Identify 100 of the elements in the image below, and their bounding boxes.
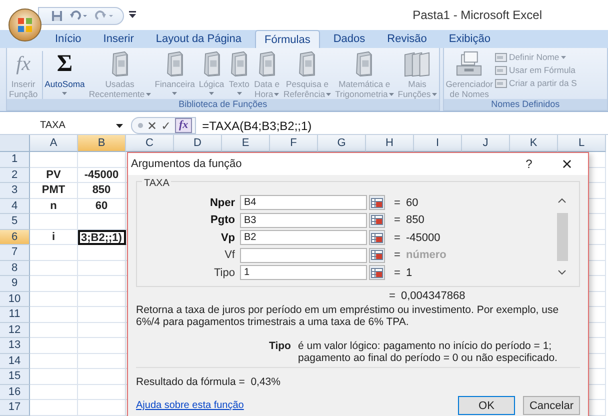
row-header[interactable]: 2: [0, 168, 30, 183]
row-header[interactable]: 4: [0, 198, 30, 214]
ribbon-tab[interactable]: Dados: [324, 30, 374, 48]
table-cell[interactable]: [30, 307, 78, 322]
ribbon-tab[interactable]: Inserir: [94, 30, 143, 48]
table-cell[interactable]: PV: [30, 168, 78, 183]
argument-field[interactable]: B3: [240, 212, 367, 228]
collapse-dialog-button[interactable]: [369, 248, 385, 263]
table-cell[interactable]: [78, 307, 126, 322]
scroll-up-icon[interactable]: [558, 198, 566, 203]
row-header[interactable]: 12: [0, 322, 30, 338]
ribbon-tab[interactable]: Revisão: [378, 30, 436, 48]
column-header[interactable]: G: [318, 135, 366, 152]
customize-toolbar-icon[interactable]: [129, 11, 136, 19]
argument-field[interactable]: 1: [240, 265, 367, 280]
column-header[interactable]: F: [270, 135, 318, 152]
help-link[interactable]: Ajuda sobre esta função: [136, 400, 244, 411]
column-header[interactable]: L: [558, 135, 606, 152]
collapse-dialog-button[interactable]: [369, 230, 385, 246]
table-cell[interactable]: [78, 322, 126, 338]
cancel-button[interactable]: ✕: [147, 118, 157, 132]
select-all-button[interactable]: [0, 135, 30, 152]
row-header[interactable]: 10: [0, 292, 30, 307]
table-cell[interactable]: [78, 400, 126, 416]
table-cell[interactable]: i: [30, 230, 78, 245]
column-header[interactable]: H: [366, 135, 414, 152]
table-cell[interactable]: [30, 292, 78, 307]
row-header[interactable]: 14: [0, 354, 30, 369]
argument-field[interactable]: B4: [240, 195, 367, 210]
table-cell[interactable]: [78, 245, 126, 260]
table-cell[interactable]: [30, 276, 78, 292]
caret-icon[interactable]: [116, 124, 123, 128]
row-header[interactable]: 1: [0, 152, 30, 168]
table-cell[interactable]: 60: [78, 198, 126, 214]
table-cell[interactable]: [30, 322, 78, 338]
column-header[interactable]: I: [414, 135, 462, 152]
argument-field[interactable]: [240, 248, 367, 263]
close-button[interactable]: ×: [558, 155, 576, 173]
ribbon-tab[interactable]: Fórmulas: [254, 30, 320, 48]
save-icon[interactable]: [51, 10, 63, 22]
column-header[interactable]: K: [510, 135, 558, 152]
collapse-dialog-button[interactable]: [369, 265, 385, 280]
table-cell[interactable]: -45000: [78, 168, 126, 183]
table-cell[interactable]: [78, 292, 126, 307]
row-header[interactable]: 6: [0, 230, 30, 245]
table-cell[interactable]: 850: [78, 183, 126, 198]
formula-field[interactable]: =TAXA(B4;B3;B2;;1): [202, 118, 312, 132]
table-cell[interactable]: [78, 214, 126, 230]
row-header[interactable]: 5: [0, 214, 30, 230]
row-header[interactable]: 17: [0, 400, 30, 416]
table-cell[interactable]: [78, 369, 126, 384]
ribbon-tab[interactable]: Exibição: [440, 30, 500, 48]
ribbon-tab[interactable]: Layout da Página: [146, 30, 250, 48]
column-header[interactable]: A: [30, 135, 78, 152]
row-header[interactable]: 3: [0, 183, 30, 198]
table-cell[interactable]: [78, 354, 126, 369]
enter-button[interactable]: ✓: [161, 118, 171, 132]
column-header[interactable]: C: [126, 135, 174, 152]
table-cell[interactable]: [78, 276, 126, 292]
table-cell[interactable]: [30, 260, 78, 276]
table-cell[interactable]: [78, 260, 126, 276]
ribbon-button[interactable]: Σ AutoSoma: [42, 51, 87, 95]
row-header[interactable]: 7: [0, 245, 30, 260]
table-cell[interactable]: PMT: [30, 183, 78, 198]
table-cell[interactable]: 3;B2;;1): [78, 230, 126, 245]
row-header[interactable]: 16: [0, 384, 30, 400]
scroll-down-icon[interactable]: [558, 270, 566, 275]
table-cell[interactable]: [30, 338, 78, 354]
table-cell[interactable]: [30, 354, 78, 369]
table-cell[interactable]: [30, 369, 78, 384]
column-header[interactable]: B: [78, 135, 126, 152]
table-cell[interactable]: [30, 214, 78, 230]
ribbon-tab[interactable]: Início: [46, 30, 90, 48]
tag-icon: [495, 66, 508, 74]
argument-field[interactable]: B2: [240, 230, 367, 246]
collapse-dialog-button[interactable]: [369, 212, 385, 228]
column-header[interactable]: E: [222, 135, 270, 152]
redo-icon[interactable]: [95, 10, 115, 22]
table-cell[interactable]: [30, 245, 78, 260]
insert-function-button[interactable]: fx: [175, 118, 192, 133]
undo-icon[interactable]: [69, 10, 89, 22]
column-header[interactable]: D: [174, 135, 222, 152]
row-header[interactable]: 13: [0, 338, 30, 354]
table-cell[interactable]: n: [30, 198, 78, 214]
row-header[interactable]: 11: [0, 307, 30, 322]
row-header[interactable]: 15: [0, 369, 30, 384]
table-cell[interactable]: [78, 152, 126, 168]
row-header[interactable]: 9: [0, 276, 30, 292]
table-cell[interactable]: [78, 338, 126, 354]
table-cell[interactable]: [30, 384, 78, 400]
name-box[interactable]: TAXA: [0, 120, 100, 131]
cancel-button[interactable]: Cancelar: [523, 396, 580, 415]
table-cell[interactable]: [30, 152, 78, 168]
table-cell[interactable]: [30, 400, 78, 416]
ok-button[interactable]: OK: [458, 396, 515, 415]
table-cell[interactable]: [78, 384, 126, 400]
row-header[interactable]: 8: [0, 260, 30, 276]
collapse-dialog-button[interactable]: [369, 195, 385, 210]
column-header[interactable]: J: [462, 135, 510, 152]
help-button[interactable]: ?: [522, 157, 536, 171]
